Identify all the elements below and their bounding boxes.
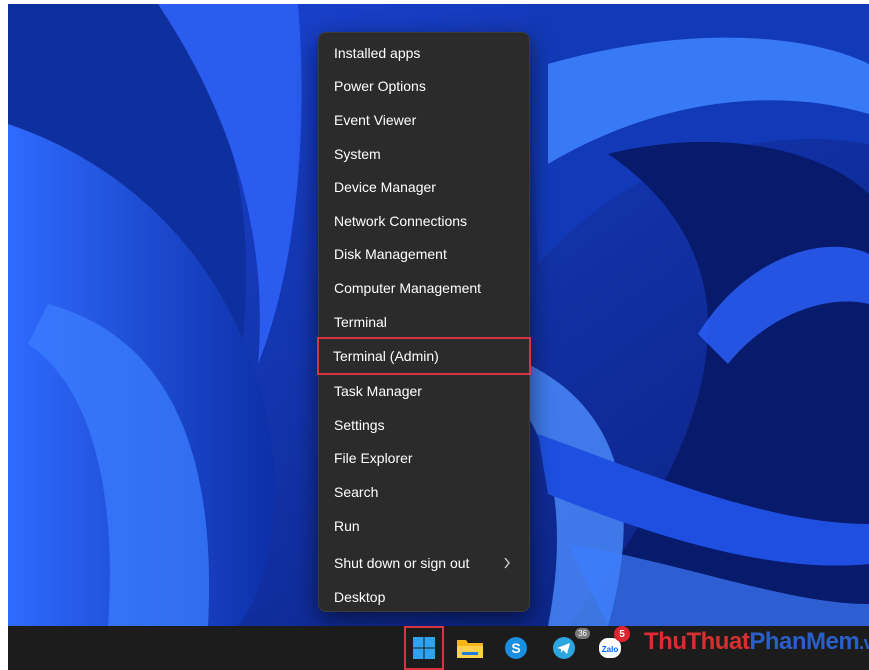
menu-item-label: Disk Management: [334, 246, 447, 263]
menu-item-label: Run: [334, 517, 360, 534]
menu-item-label: Power Options: [334, 78, 426, 95]
menu-item-label: Terminal: [334, 313, 387, 330]
telegram-icon: [553, 637, 575, 659]
svg-text:S: S: [511, 640, 520, 656]
menu-item-event-viewer[interactable]: Event Viewer: [319, 103, 529, 137]
skype-icon: S: [505, 637, 527, 659]
menu-item-label: Search: [334, 483, 379, 500]
desktop-screen: Installed apps Power Options Event Viewe…: [8, 4, 869, 670]
menu-item-label: System: [334, 145, 381, 162]
menu-item-label: Device Manager: [334, 179, 436, 196]
menu-item-run[interactable]: Run: [319, 509, 529, 543]
menu-item-label: Desktop: [334, 588, 386, 605]
svg-text:Zalo: Zalo: [602, 645, 619, 654]
zalo-button[interactable]: Zalo 5: [592, 626, 630, 666]
menu-item-terminal-admin[interactable]: Terminal (Admin): [317, 337, 531, 376]
skype-button[interactable]: S: [498, 630, 534, 666]
folder-icon: [457, 640, 483, 658]
menu-item-search[interactable]: Search: [319, 475, 529, 509]
telegram-badge: 36: [575, 628, 590, 639]
menu-item-device-manager[interactable]: Device Manager: [319, 170, 529, 204]
menu-item-label: Terminal (Admin): [333, 348, 439, 365]
menu-item-computer-management[interactable]: Computer Management: [319, 271, 529, 305]
menu-item-settings[interactable]: Settings: [319, 408, 529, 442]
menu-item-system[interactable]: System: [319, 137, 529, 171]
menu-item-task-manager[interactable]: Task Manager: [319, 374, 529, 408]
menu-item-network-connections[interactable]: Network Connections: [319, 204, 529, 238]
windows-start-icon: [413, 637, 435, 659]
menu-item-label: Task Manager: [334, 383, 422, 400]
zalo-badge: 5: [614, 626, 630, 642]
menu-item-label: Computer Management: [334, 279, 482, 296]
chevron-right-icon: [504, 557, 510, 569]
menu-item-label: Network Connections: [334, 212, 468, 229]
menu-item-power-options[interactable]: Power Options: [319, 70, 529, 104]
menu-item-terminal[interactable]: Terminal: [319, 305, 529, 339]
menu-item-file-explorer[interactable]: File Explorer: [319, 442, 529, 476]
menu-item-label: File Explorer: [334, 450, 413, 467]
watermark: ThuThuatPhanMem.vn: [644, 628, 869, 655]
menu-item-label: Settings: [334, 416, 385, 433]
menu-item-shut-down[interactable]: Shut down or sign out: [319, 546, 529, 580]
menu-item-disk-management[interactable]: Disk Management: [319, 238, 529, 272]
menu-item-label: Event Viewer: [334, 111, 417, 128]
menu-item-installed-apps[interactable]: Installed apps: [319, 36, 529, 70]
menu-item-desktop[interactable]: Desktop: [319, 580, 529, 614]
telegram-button[interactable]: 36: [546, 628, 590, 666]
file-explorer-button[interactable]: [452, 630, 488, 666]
menu-item-label: Shut down or sign out: [334, 555, 470, 572]
winx-context-menu: Installed apps Power Options Event Viewe…: [317, 32, 531, 614]
menu-item-label: Installed apps: [334, 44, 421, 61]
start-button[interactable]: [406, 630, 442, 666]
